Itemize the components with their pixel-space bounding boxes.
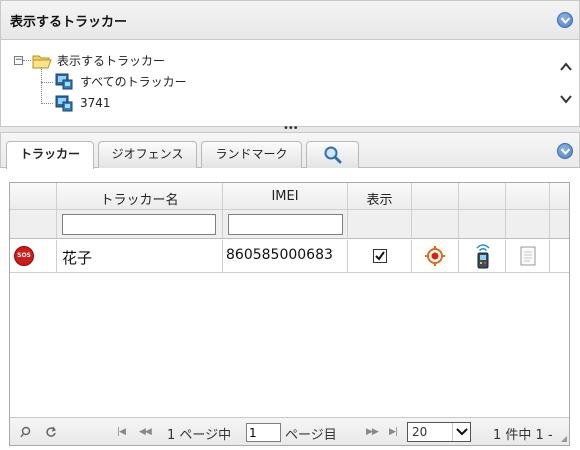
tree-connector: [41, 67, 42, 104]
folder-open-icon: [32, 55, 52, 68]
chevron-down-icon: [561, 148, 570, 155]
tree-connector: [23, 60, 31, 61]
tab-landmarks[interactable]: ランドマーク: [201, 141, 302, 168]
refresh-icon[interactable]: [45, 426, 57, 438]
row-status-cell: SOS: [10, 240, 57, 272]
sos-icon: SOS: [14, 246, 34, 266]
locate-target-icon[interactable]: [424, 245, 446, 267]
scroll-up-icon[interactable]: [559, 60, 573, 74]
row-locate-cell: [412, 240, 459, 272]
filter-cell-action-2: [459, 210, 506, 238]
header-cell-action-2: [459, 183, 506, 210]
magnifier-icon: [324, 146, 341, 164]
column-header-name: トラッカー名: [100, 193, 179, 208]
tab-geofence[interactable]: ジオフェンス: [98, 141, 197, 168]
first-page-icon[interactable]: |◀: [117, 427, 126, 437]
header-cell-visible[interactable]: 表示: [348, 183, 412, 210]
grid-pager: |◀ ◀◀ 1 ページ中 ページ目 ▶▶ ▶| 20 1 件中 1 - ◢: [10, 417, 569, 445]
filter-cell-status: [10, 210, 57, 238]
tracker-grid: トラッカー名 IMEI 表示 SOS 花子 860585000683 |◀ ◀◀…: [9, 182, 570, 446]
last-page-icon[interactable]: ▶|: [389, 427, 398, 437]
imei-filter-input[interactable]: [228, 214, 343, 235]
filter-cell-action-3: [506, 210, 550, 238]
tracker-tree: − 表示するトラッカー すべてのトラッカー 3741: [0, 40, 580, 126]
previous-page-icon[interactable]: ◀◀: [139, 427, 152, 437]
column-header-imei: IMEI: [271, 189, 299, 204]
tree-node-all-trackers[interactable]: すべてのトラッカー: [54, 72, 187, 90]
page-prefix-text: 1 ページ中: [167, 428, 232, 443]
page-suffix-text: ページ目: [285, 428, 337, 443]
page-size-value: 20: [412, 425, 428, 439]
sos-icon-text: SOS: [17, 252, 31, 259]
tracker-device-icon: [55, 73, 73, 90]
header-cell-status: [10, 183, 57, 210]
row-imei-cell: 860585000683: [223, 240, 348, 272]
tracker-imei: 860585000683: [226, 247, 333, 263]
panel-title: 表示するトラッカー: [10, 15, 128, 30]
tab-search[interactable]: [306, 141, 359, 168]
tab-trackers[interactable]: トラッカー: [6, 141, 94, 169]
header-cell-name[interactable]: トラッカー名: [57, 183, 223, 210]
header-cell-imei[interactable]: IMEI: [223, 183, 348, 210]
header-cell-action-3: [506, 183, 550, 210]
tree-node-label: すべてのトラッカー: [80, 74, 187, 89]
tab-label: ランドマーク: [215, 147, 288, 161]
row-visible-cell: [348, 240, 412, 272]
tracker-panel-header: 表示するトラッカー: [0, 0, 580, 40]
tab-label: トラッカー: [19, 147, 80, 161]
filter-cell-name: [57, 210, 223, 238]
filter-cell-imei: [223, 210, 348, 238]
row-details-cell: [506, 240, 550, 272]
row-name-cell: 花子: [57, 240, 223, 272]
search-icon[interactable]: [20, 426, 32, 438]
collapse-tabs-button[interactable]: [557, 143, 573, 159]
filter-cell-action-1: [412, 210, 459, 238]
tree-collapse-toggle[interactable]: −: [14, 56, 23, 65]
panel-splitter[interactable]: •••: [0, 123, 580, 134]
tree-node-tracker[interactable]: 3741: [54, 94, 111, 112]
table-row[interactable]: SOS 花子 860585000683: [10, 240, 569, 273]
row-device-cell: [459, 240, 506, 272]
tab-bar: トラッカー ジオフェンス ランドマーク: [0, 133, 580, 169]
resize-grip-icon[interactable]: ◢: [561, 434, 567, 443]
tab-label: ジオフェンス: [111, 147, 184, 161]
tree-node-label: 3741: [80, 96, 111, 110]
tracker-device-icon: [55, 95, 73, 112]
page-size-select[interactable]: 20: [407, 422, 471, 442]
grid-filter-row: [10, 210, 569, 239]
tree-connector: [41, 103, 53, 104]
device-signal-icon[interactable]: [472, 243, 494, 269]
dropdown-arrow-icon: [452, 423, 470, 441]
name-filter-input[interactable]: [62, 214, 216, 235]
document-icon[interactable]: [520, 246, 536, 266]
record-count-text: 1 件中 1 -: [493, 428, 553, 443]
column-header-visible: 表示: [366, 193, 393, 208]
collapse-panel-button[interactable]: [557, 12, 573, 28]
next-page-icon[interactable]: ▶▶: [366, 427, 379, 437]
header-cell-action-1: [412, 183, 459, 210]
tree-connector: [41, 82, 53, 83]
tree-node-root-label: 表示するトラッカー: [57, 54, 166, 68]
filter-cell-visible: [348, 210, 412, 238]
tree-node-root[interactable]: 表示するトラッカー: [32, 52, 165, 69]
grid-header-row: トラッカー名 IMEI 表示: [10, 183, 569, 210]
scroll-down-icon[interactable]: [559, 92, 573, 106]
tracker-name: 花子: [62, 249, 93, 267]
chevron-down-icon: [561, 17, 570, 24]
checkmark-icon: [375, 251, 385, 261]
page-number-input[interactable]: [246, 423, 281, 442]
visible-checkbox[interactable]: [373, 249, 387, 263]
